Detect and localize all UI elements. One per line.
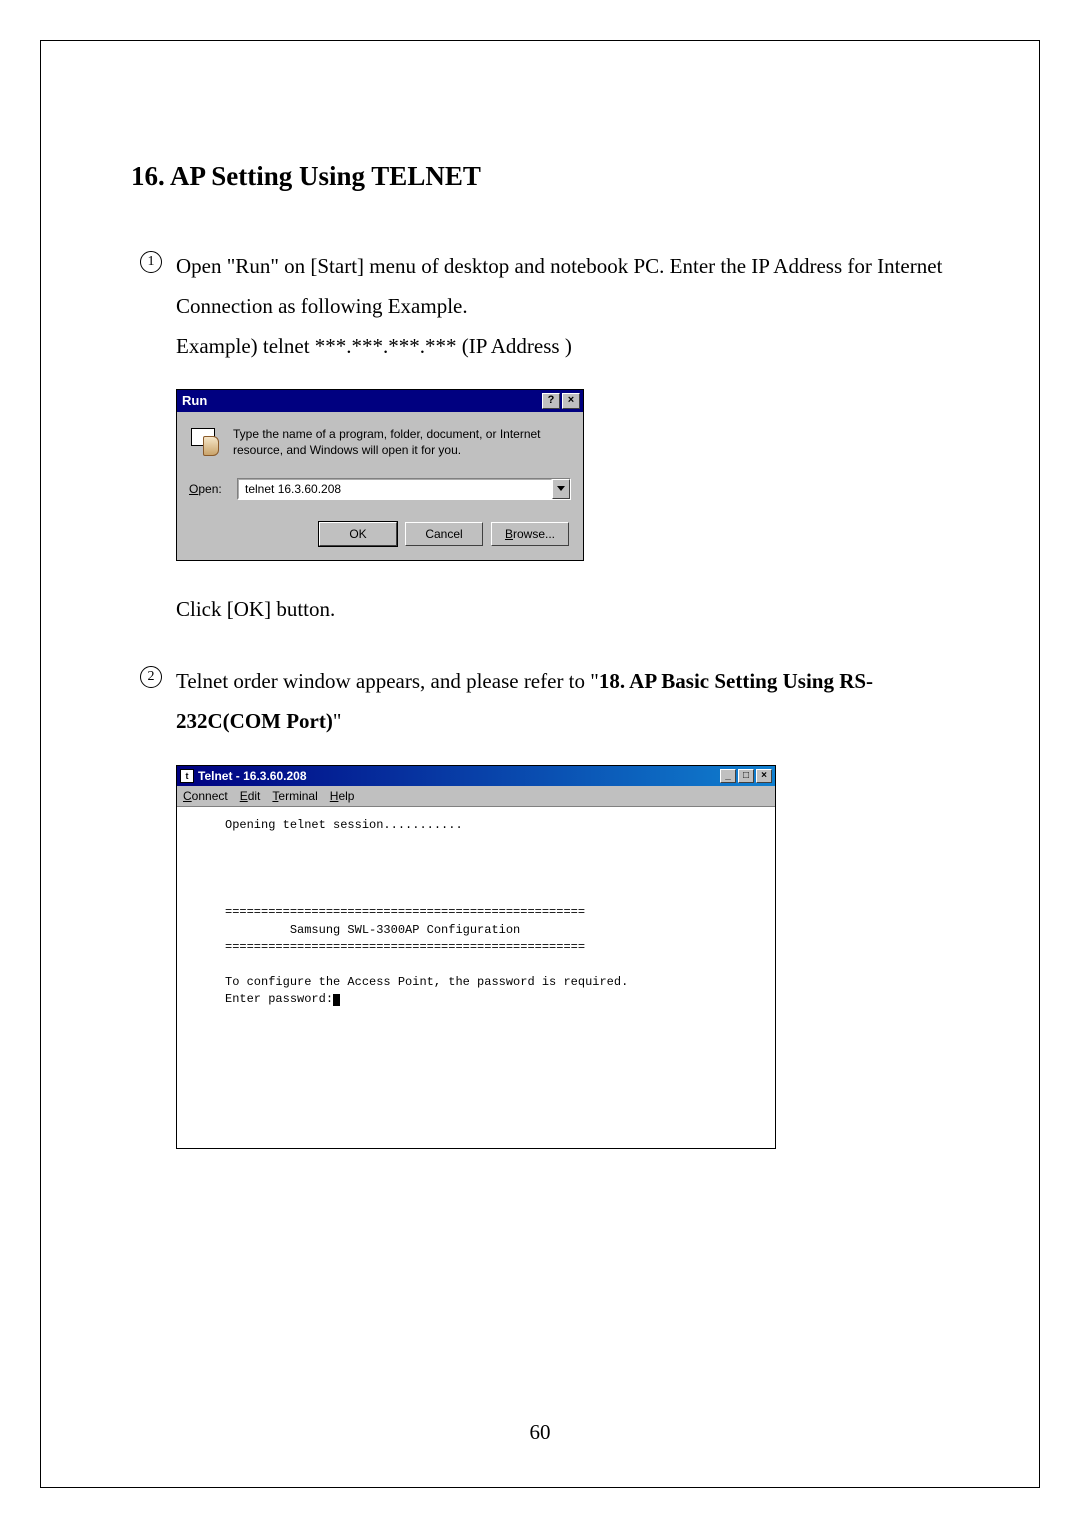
telnet-titlebar: t Telnet - 16.3.60.208 _ □ × — [177, 766, 775, 786]
chevron-down-icon — [557, 486, 565, 491]
run-icon — [189, 426, 223, 460]
menu-terminal[interactable]: Terminal — [272, 789, 317, 803]
step-1: 1 Open "Run" on [Start] menu of desktop … — [176, 247, 949, 367]
section-heading: 16. AP Setting Using TELNET — [131, 161, 949, 192]
telnet-terminal[interactable]: Opening telnet session........... ======… — [177, 806, 775, 1148]
step-2-suffix: " — [333, 709, 342, 733]
run-dialog: Run ? × Type the name of a program, fold… — [176, 389, 584, 561]
menu-help[interactable]: Help — [330, 789, 355, 803]
run-titlebar: Run ? × — [177, 390, 583, 412]
cursor-icon — [333, 994, 340, 1006]
close-icon[interactable]: × — [562, 393, 580, 409]
step-2-prefix: Telnet order window appears, and please … — [176, 669, 599, 693]
telnet-title: Telnet - 16.3.60.208 — [198, 769, 718, 783]
step-2-marker: 2 — [140, 666, 162, 688]
dropdown-button[interactable] — [552, 479, 570, 499]
help-button[interactable]: ? — [542, 393, 560, 409]
browse-button[interactable]: Browse... — [491, 522, 569, 546]
telnet-window: t Telnet - 16.3.60.208 _ □ × Connect Edi… — [176, 765, 776, 1149]
page-number: 60 — [41, 1420, 1039, 1445]
menu-edit[interactable]: Edit — [240, 789, 261, 803]
open-combobox[interactable]: telnet 16.3.60.208 — [237, 478, 571, 500]
step-1-text-a: Open "Run" on [Start] menu of desktop an… — [176, 254, 942, 318]
click-ok-text: Click [OK] button. — [176, 597, 949, 622]
telnet-app-icon: t — [180, 769, 194, 783]
menu-connect[interactable]: Connect — [183, 789, 228, 803]
cancel-button[interactable]: Cancel — [405, 522, 483, 546]
telnet-close-icon[interactable]: × — [756, 769, 772, 783]
step-1-text-b: Example) telnet ***.***.***.*** (IP Addr… — [176, 334, 572, 358]
ok-button[interactable]: OK — [319, 522, 397, 546]
minimize-button[interactable]: _ — [720, 769, 736, 783]
open-input[interactable]: telnet 16.3.60.208 — [238, 479, 552, 499]
run-title: Run — [180, 393, 540, 408]
maximize-button[interactable]: □ — [738, 769, 754, 783]
step-2: 2 Telnet order window appears, and pleas… — [176, 662, 949, 742]
run-description: Type the name of a program, folder, docu… — [233, 426, 571, 460]
telnet-menubar: Connect Edit Terminal Help — [177, 786, 775, 806]
step-1-marker: 1 — [140, 251, 162, 273]
open-label: Open: — [189, 482, 227, 496]
